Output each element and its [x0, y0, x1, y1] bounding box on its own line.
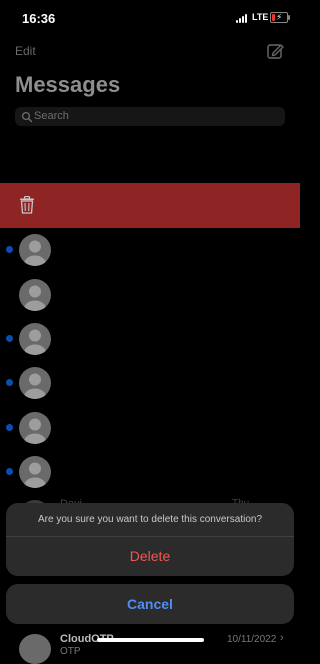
chevron-right-icon: › [280, 632, 284, 644]
status-time: 16:36 [22, 11, 55, 26]
unread-indicator [6, 468, 13, 475]
conversation-row[interactable] [0, 449, 300, 493]
unread-indicator [6, 246, 13, 253]
swipe-delete-action[interactable] [0, 183, 300, 228]
unread-indicator [6, 379, 13, 386]
avatar [19, 367, 51, 399]
conversation-row[interactable] [0, 405, 300, 449]
status-bar: 16:36 LTE ⚡ [0, 0, 300, 36]
delete-confirmation-sheet: Are you sure you want to delete this con… [6, 503, 294, 576]
trash-icon [19, 196, 35, 214]
network-type: LTE [252, 12, 268, 22]
compose-icon[interactable] [266, 42, 284, 60]
conversation-row[interactable] [0, 227, 300, 271]
home-indicator [97, 638, 204, 642]
unread-indicator [6, 424, 13, 431]
conversation-row[interactable] [0, 272, 300, 316]
edit-button[interactable]: Edit [15, 44, 36, 58]
avatar [19, 279, 51, 311]
avatar [19, 456, 51, 488]
cellular-signal-icon [236, 13, 251, 23]
search-placeholder: Search [34, 110, 69, 122]
nav-bar: Edit [0, 36, 300, 66]
avatar [19, 412, 51, 444]
conversation-row[interactable] [0, 360, 300, 404]
confirmation-message: Are you sure you want to delete this con… [6, 503, 294, 537]
unread-indicator [6, 335, 13, 342]
conversation-preview: OTP [60, 646, 81, 657]
search-input[interactable]: Search [15, 107, 285, 126]
search-icon [21, 111, 33, 123]
battery-charging-icon: ⚡ [270, 12, 288, 23]
avatar [19, 234, 51, 266]
delete-button[interactable]: Delete [6, 537, 294, 576]
avatar [19, 323, 51, 355]
avatar [19, 634, 51, 664]
page-title: Messages [15, 72, 120, 98]
conversation-row[interactable] [0, 316, 300, 360]
cancel-button[interactable]: Cancel [6, 584, 294, 624]
conversation-date: 10/11/2022 [227, 634, 276, 645]
